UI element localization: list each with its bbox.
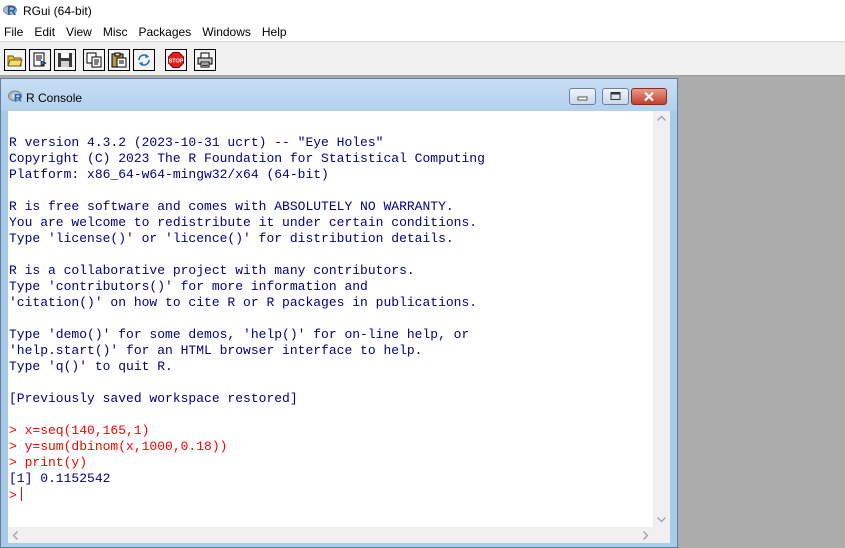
console-output-line: [1] 0.1152542 (9, 471, 111, 486)
menu-bar: File Edit View Misc Packages Windows Hel… (0, 22, 845, 41)
menu-packages[interactable]: Packages (134, 25, 198, 39)
scrollbar-corner (653, 527, 670, 543)
paste-icon (111, 52, 127, 68)
console-prompt-line[interactable]: > (9, 487, 649, 503)
console-input-line: > print(y) (9, 455, 88, 470)
scroll-left-icon[interactable] (12, 531, 18, 540)
console-title: R Console (26, 91, 83, 105)
console-output-line: Type 'contributors()' for more informati… (9, 279, 368, 294)
console-input-line: > y=sum(dbinom(x,1000,0.18)) (9, 439, 228, 454)
console-output-line: Type 'demo()' for some demos, 'help()' f… (9, 327, 470, 342)
menu-windows[interactable]: Windows (197, 25, 257, 39)
minimize-button[interactable] (569, 88, 596, 105)
console-output-line (9, 375, 649, 391)
maximize-icon (610, 92, 621, 100)
scroll-up-icon[interactable] (657, 115, 666, 121)
console-output-line: [Previously saved workspace restored] (9, 391, 298, 406)
console-output-line: 'citation()' on how to cite R or R packa… (9, 295, 478, 310)
close-icon (644, 91, 654, 102)
svg-text:STOP: STOP (169, 58, 184, 64)
load-workspace-button[interactable] (29, 49, 51, 71)
console-output-line: Copyright (C) 2023 The R Foundation for … (9, 151, 485, 166)
menu-help[interactable]: Help (257, 25, 293, 39)
mdi-client-area: R R Console R version 4.3.2 (2023-10-31 … (0, 76, 845, 548)
menu-edit[interactable]: Edit (29, 25, 61, 39)
copy-button[interactable] (83, 49, 105, 71)
stop-button[interactable]: STOP (165, 49, 187, 71)
console-output-line: R version 4.3.2 (2023-10-31 ucrt) -- "Ey… (9, 135, 384, 150)
paste-button[interactable] (108, 49, 130, 71)
svg-text:R: R (14, 93, 22, 104)
console-prompt: > (9, 488, 17, 503)
menu-misc[interactable]: Misc (98, 25, 134, 39)
console-output-line (9, 407, 649, 423)
console-output-line: You are welcome to redistribute it under… (9, 215, 478, 230)
console-text: R version 4.3.2 (2023-10-31 ucrt) -- "Ey… (9, 135, 649, 503)
r-logo-icon: R (3, 3, 19, 18)
console-output-line: R is a collaborative project with many c… (9, 263, 415, 278)
menu-file[interactable]: File (0, 25, 29, 39)
console-output-line (9, 247, 649, 263)
load-workspace-icon (33, 52, 47, 67)
console-output-line: Type 'q()' to quit R. (9, 359, 173, 374)
copy-icon (86, 52, 102, 68)
horizontal-scrollbar[interactable] (8, 527, 653, 543)
console-output-line (9, 311, 649, 327)
save-workspace-icon (58, 53, 72, 67)
console-output-line: R is free software and comes with ABSOLU… (9, 199, 454, 214)
r-console-window: R R Console R version 4.3.2 (2023-10-31 … (0, 78, 678, 548)
console-output-line: Type 'license()' or 'licence()' for dist… (9, 231, 454, 246)
maximize-button[interactable] (602, 88, 629, 105)
scroll-right-icon[interactable] (643, 531, 649, 540)
save-workspace-button[interactable] (54, 49, 76, 71)
vertical-scrollbar[interactable] (653, 111, 670, 527)
console-output-area[interactable]: R version 4.3.2 (2023-10-31 ucrt) -- "Ey… (8, 111, 670, 543)
open-script-icon (7, 55, 23, 67)
console-input-line: > x=seq(140,165,1) (9, 423, 150, 438)
r-logo-icon: R (8, 90, 22, 104)
console-output-line: Platform: x86_64-w64-mingw32/x64 (64-bit… (9, 167, 329, 182)
print-icon (197, 52, 213, 68)
print-button[interactable] (194, 49, 216, 71)
open-script-button[interactable] (4, 49, 26, 71)
close-button[interactable] (631, 88, 667, 105)
console-titlebar[interactable]: R R Console (1, 79, 677, 111)
minimize-icon (577, 96, 588, 101)
copy-paste-button[interactable] (133, 49, 155, 71)
console-output-line (9, 183, 649, 199)
app-title: RGui (64-bit) (23, 4, 92, 18)
scroll-down-icon[interactable] (657, 517, 666, 523)
console-output-line: 'help.start()' for an HTML browser inter… (9, 343, 423, 358)
menu-view[interactable]: View (61, 25, 98, 39)
text-cursor (20, 487, 22, 501)
copy-paste-icon (138, 54, 150, 66)
app-titlebar: R RGui (64-bit) (0, 0, 845, 22)
stop-icon: STOP (168, 52, 184, 68)
toolbar: STOP (0, 41, 845, 76)
